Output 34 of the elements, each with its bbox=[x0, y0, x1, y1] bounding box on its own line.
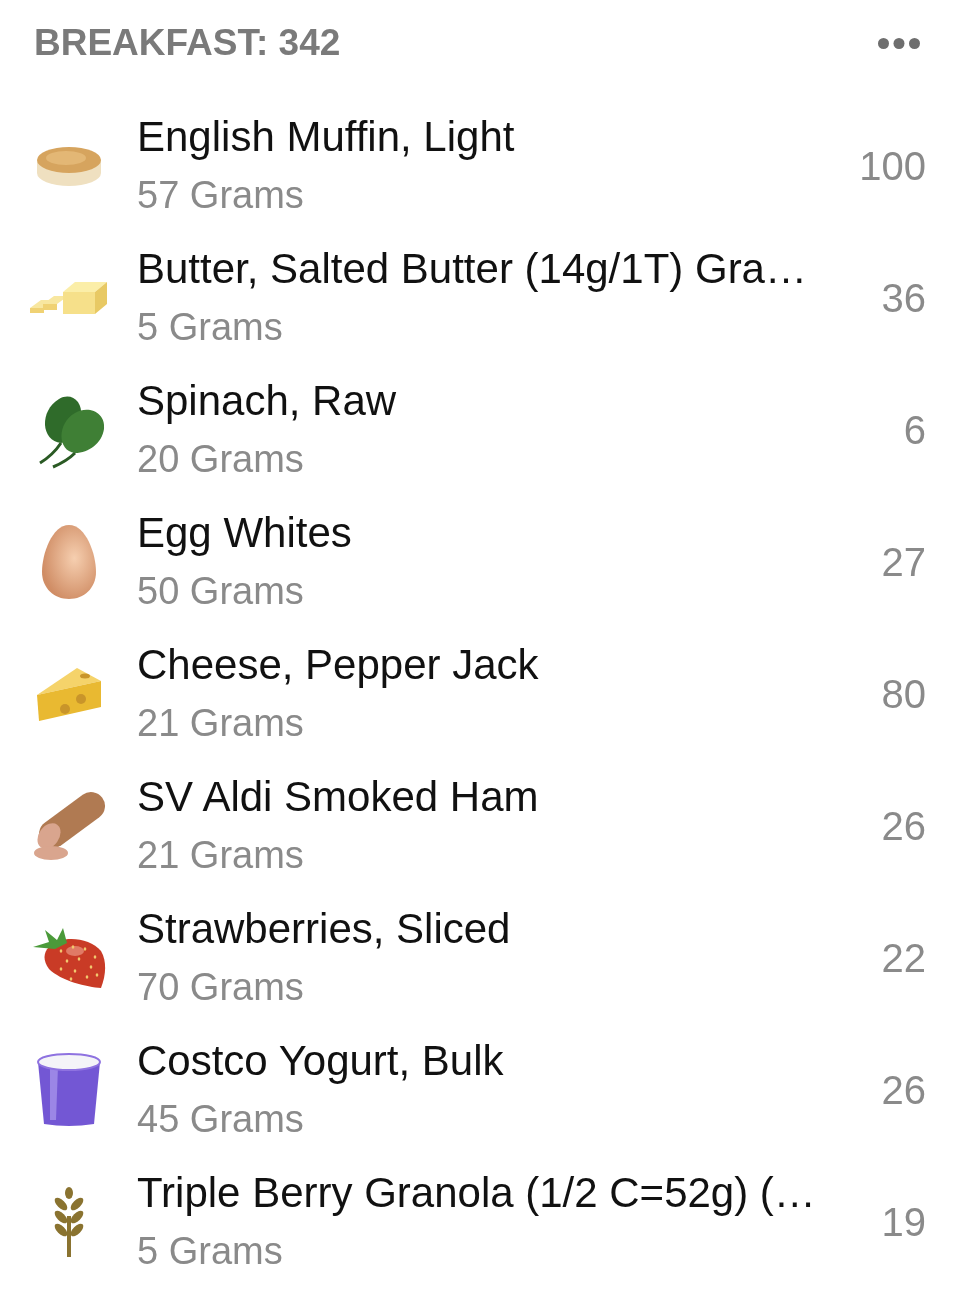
food-name: Egg Whites bbox=[137, 508, 352, 558]
calorie-count: 36 bbox=[880, 275, 927, 322]
serving-size: 20 Grams bbox=[137, 437, 304, 482]
calorie-count: 80 bbox=[880, 671, 927, 718]
muffin-icon bbox=[35, 145, 102, 187]
meal-title: BREAKFAST: 342 bbox=[34, 22, 341, 64]
calorie-count: 26 bbox=[880, 803, 927, 850]
calorie-count: 6 bbox=[902, 407, 927, 454]
calorie-count: 19 bbox=[880, 1199, 927, 1246]
serving-size: 21 Grams bbox=[137, 833, 304, 878]
calorie-count: 27 bbox=[880, 539, 927, 586]
food-name: Strawberries, Sliced bbox=[137, 904, 511, 954]
food-name: Cheese, Pepper Jack bbox=[137, 640, 539, 690]
calorie-count: 26 bbox=[880, 1067, 927, 1114]
food-name: Spinach, Raw bbox=[137, 376, 397, 426]
food-name: SV Aldi Smoked Ham bbox=[137, 772, 539, 822]
ellipsis-icon bbox=[878, 37, 920, 49]
serving-size: 5 Grams bbox=[137, 1229, 283, 1274]
calorie-count: 100 bbox=[858, 143, 927, 190]
butter-icon bbox=[28, 280, 109, 316]
yogurt-cup-icon bbox=[35, 1052, 102, 1128]
food-name: Butter, Salted Butter (14g/1T) Gra… bbox=[137, 244, 807, 294]
calorie-count: 22 bbox=[880, 935, 927, 982]
serving-size: 50 Grams bbox=[137, 569, 304, 614]
serving-size: 5 Grams bbox=[137, 305, 283, 350]
egg-icon bbox=[40, 524, 97, 600]
food-name: Costco Yogurt, Bulk bbox=[137, 1036, 504, 1086]
serving-size: 57 Grams bbox=[137, 173, 304, 218]
food-name: Triple Berry Granola (1/2 C=52g) (… bbox=[137, 1168, 816, 1218]
cheese-wedge-icon bbox=[34, 665, 103, 723]
food-name: English Muffin, Light bbox=[137, 112, 515, 162]
serving-size: 45 Grams bbox=[137, 1097, 304, 1142]
serving-size: 70 Grams bbox=[137, 965, 304, 1010]
serving-size: 21 Grams bbox=[137, 701, 304, 746]
